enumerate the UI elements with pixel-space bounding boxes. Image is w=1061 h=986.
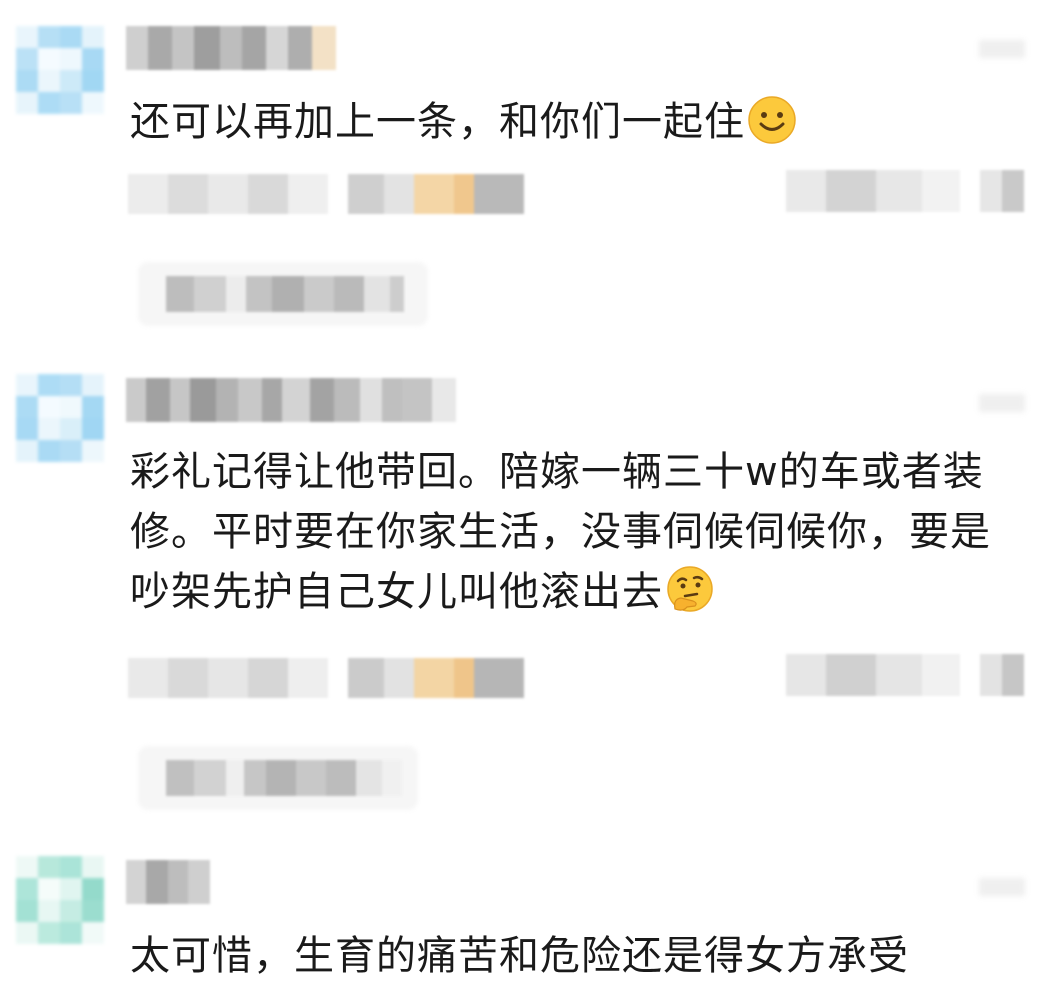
avatar[interactable]: [16, 856, 104, 944]
username[interactable]: [126, 26, 336, 70]
reply-preview-text: [166, 276, 416, 312]
meta-row: [128, 174, 548, 214]
comment-item: 还可以再加上一条，和你们一起住: [0, 0, 1061, 340]
meta-row: [128, 658, 548, 698]
like-button[interactable]: [786, 654, 1026, 696]
avatar[interactable]: [16, 26, 104, 114]
comment-item: 彩礼记得让他带回。陪嫁一辆三十w的车或者装修。平时要在你家生活，没事伺候伺候你，…: [0, 340, 1061, 820]
like-button[interactable]: [786, 170, 1026, 212]
timestamp: [979, 394, 1025, 412]
avatar[interactable]: [16, 374, 104, 462]
smiling-face-icon: [748, 96, 796, 144]
reply-preview-text: [166, 760, 406, 796]
comment-text: 还可以再加上一条，和你们一起住: [130, 92, 1030, 152]
timestamp: [979, 878, 1025, 896]
comment-text: 彩礼记得让他带回。陪嫁一辆三十w的车或者装修。平时要在你家生活，没事伺候伺候你，…: [130, 449, 991, 615]
timestamp: [979, 40, 1025, 58]
comment-item: 太可惜，生育的痛苦和危险还是得女方承受: [0, 820, 1061, 979]
thinking-face-icon: [667, 566, 713, 612]
username[interactable]: [126, 378, 456, 422]
username[interactable]: [126, 860, 210, 904]
comment-text: 太可惜，生育的痛苦和危险还是得女方承受: [130, 933, 909, 979]
